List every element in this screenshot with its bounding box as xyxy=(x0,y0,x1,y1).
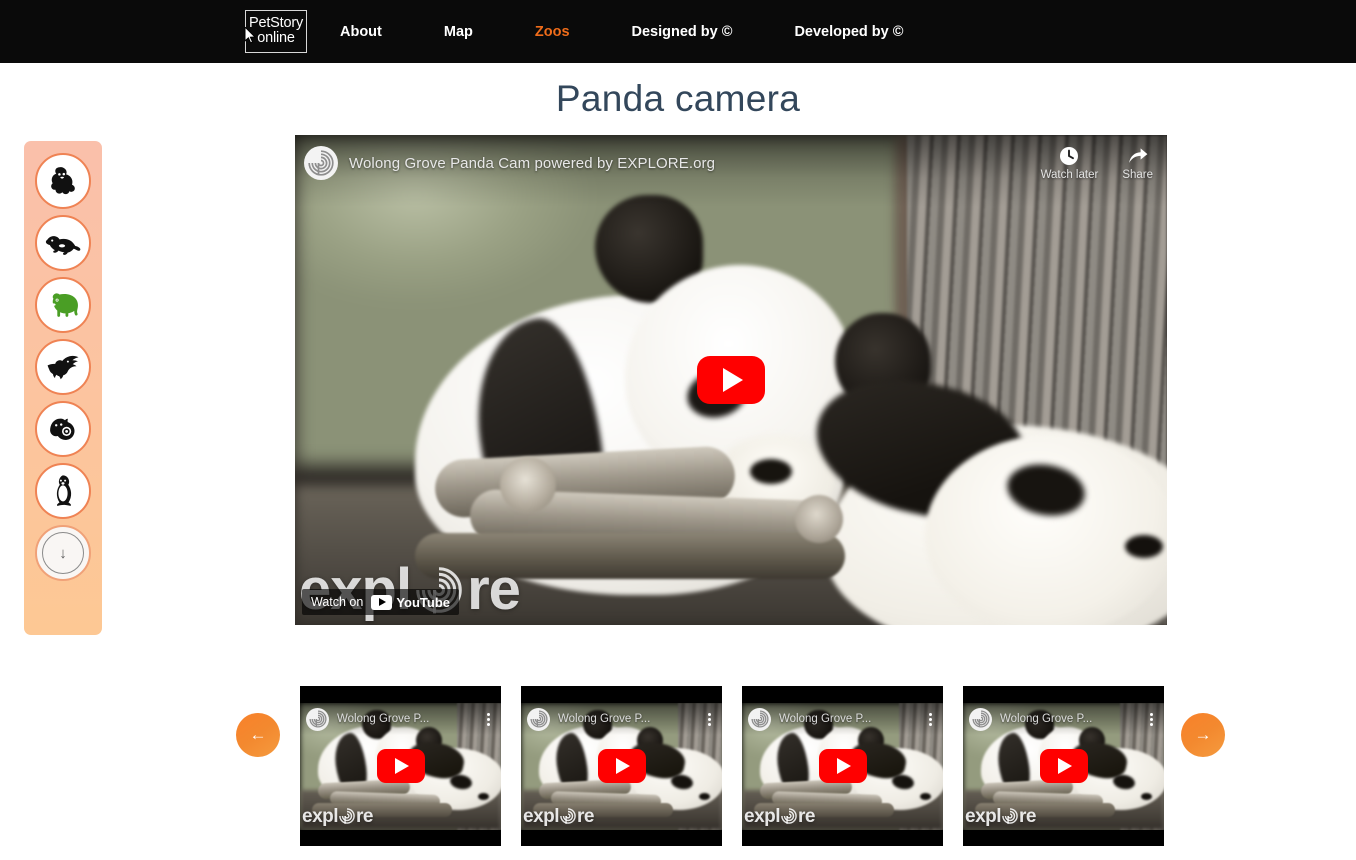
explore-watermark: expl re xyxy=(965,807,1036,826)
carousel-next-button[interactable]: → xyxy=(1181,713,1225,757)
youtube-brand-label: YouTube xyxy=(396,594,451,610)
explore-watermark-post: re xyxy=(798,806,815,827)
brand-line-2: online xyxy=(257,30,295,46)
explore-watermark-pre: expl xyxy=(965,806,1002,827)
youtube-play-icon xyxy=(616,758,630,774)
watch-later-label: Watch later xyxy=(1040,169,1099,181)
explore-spiral-o-icon xyxy=(338,807,356,826)
youtube-logo-icon: YouTube xyxy=(371,594,451,610)
sidebar-item-sea-otter[interactable] xyxy=(35,401,91,457)
arrow-left-icon: ← xyxy=(249,725,267,744)
explore-watermark-post: re xyxy=(467,557,521,622)
explore-spiral-o-icon xyxy=(559,807,577,826)
explore-watermark: expl re xyxy=(523,807,594,826)
explore-watermark-post: re xyxy=(577,806,594,827)
video-carousel: ← Wolong Grove P... expl re Wolong Grove… xyxy=(0,686,1356,846)
arrow-right-icon: → xyxy=(1194,725,1212,744)
penguin-icon xyxy=(56,475,72,506)
panda-icon xyxy=(51,293,78,317)
watch-on-youtube-button[interactable]: Watch on YouTube xyxy=(302,589,460,615)
nav-link-developed-by[interactable]: Developed by © xyxy=(794,24,903,40)
nav-link-designed-by[interactable]: Designed by © xyxy=(632,24,733,40)
explore-watermark-post: re xyxy=(1019,806,1036,827)
top-navbar: PetStory online About Map Zoos Designed … xyxy=(0,0,1356,63)
explore-watermark-post: re xyxy=(356,806,373,827)
sea-otter-icon xyxy=(50,418,75,440)
explore-watermark-pre: expl xyxy=(523,806,560,827)
sidebar-item-eagle[interactable] xyxy=(35,339,91,395)
explore-spiral-o-icon xyxy=(1001,807,1019,826)
player-actions: Watch later Share xyxy=(1041,145,1153,181)
sidebar-item-komodo-dragon[interactable] xyxy=(35,215,91,271)
watch-later-button[interactable]: Watch later xyxy=(1040,145,1099,181)
watch-on-label: Watch on xyxy=(311,595,364,609)
player-channel-title: Wolong Grove Panda Cam powered by EXPLOR… xyxy=(349,154,716,172)
explore-spiral-icon xyxy=(969,707,992,731)
sidebar-scroll-down-button[interactable]: ↓ xyxy=(35,525,91,581)
kebab-menu-icon[interactable] xyxy=(1144,712,1158,726)
explore-spiral-icon xyxy=(748,707,771,731)
nav-link-map[interactable]: Map xyxy=(444,24,473,40)
carousel-prev-button[interactable]: ← xyxy=(236,713,280,757)
thumbnail-play-button[interactable] xyxy=(1039,749,1088,783)
thumbnail-title: Wolong Grove P... xyxy=(779,713,872,725)
carousel-thumbnail-2[interactable]: Wolong Grove P... expl re xyxy=(521,686,722,846)
thumbnail-play-button[interactable] xyxy=(597,749,646,783)
youtube-play-icon xyxy=(837,758,851,774)
share-arrow-icon xyxy=(1128,148,1148,163)
brand-line-1: PetStory xyxy=(248,15,303,31)
animal-sidebar: ↓ xyxy=(24,141,102,635)
brand-logo[interactable]: PetStory online xyxy=(245,10,307,53)
carousel-thumbnail-1[interactable]: Wolong Grove P... expl re xyxy=(300,686,501,846)
thumbnail-play-button[interactable] xyxy=(818,749,867,783)
kebab-menu-icon[interactable] xyxy=(923,712,937,726)
explore-watermark: expl re xyxy=(744,807,815,826)
share-label: Share xyxy=(1122,169,1153,181)
explore-spiral-icon xyxy=(527,707,550,731)
explore-spiral-icon xyxy=(306,707,329,731)
youtube-play-icon xyxy=(723,368,743,392)
sidebar-item-gorilla[interactable] xyxy=(35,153,91,209)
carousel-thumbnail-list: Wolong Grove P... expl re Wolong Grove P… xyxy=(300,686,1164,846)
thumbnail-title: Wolong Grove P... xyxy=(558,713,651,725)
player-channel-header[interactable]: Wolong Grove Panda Cam powered by EXPLOR… xyxy=(304,146,715,180)
explore-spiral-o-icon xyxy=(780,807,798,826)
carousel-thumbnail-3[interactable]: Wolong Grove P... expl re xyxy=(742,686,943,846)
explore-spiral-icon xyxy=(304,146,338,180)
main-nav: About Map Zoos Designed by © Developed b… xyxy=(340,0,903,63)
komodo-dragon-icon xyxy=(45,236,81,255)
explore-watermark-pre: expl xyxy=(744,806,781,827)
nav-link-about[interactable]: About xyxy=(340,24,382,40)
youtube-play-icon xyxy=(1058,758,1072,774)
kebab-menu-icon[interactable] xyxy=(702,712,716,726)
thumbnail-title: Wolong Grove P... xyxy=(337,713,430,725)
page-title: Panda camera xyxy=(555,78,801,119)
explore-watermark-pre: expl xyxy=(302,806,339,827)
arrow-down-icon: ↓ xyxy=(42,532,84,574)
sidebar-item-penguin[interactable] xyxy=(35,463,91,519)
eagle-icon xyxy=(47,355,79,380)
explore-watermark: expl re xyxy=(302,807,373,826)
gorilla-icon xyxy=(51,167,75,195)
sidebar-item-panda[interactable] xyxy=(35,277,91,333)
clock-icon xyxy=(1060,147,1079,165)
kebab-menu-icon[interactable] xyxy=(481,712,495,726)
youtube-play-icon xyxy=(395,758,409,774)
share-button[interactable]: Share xyxy=(1122,145,1153,181)
thumbnail-play-button[interactable] xyxy=(376,749,425,783)
thumbnail-title: Wolong Grove P... xyxy=(1000,713,1093,725)
nav-link-zoos[interactable]: Zoos xyxy=(535,24,570,40)
carousel-thumbnail-4[interactable]: Wolong Grove P... expl re xyxy=(963,686,1164,846)
main-video-player[interactable]: Wolong Grove Panda Cam powered by EXPLOR… xyxy=(295,135,1167,625)
play-button[interactable] xyxy=(697,356,765,404)
